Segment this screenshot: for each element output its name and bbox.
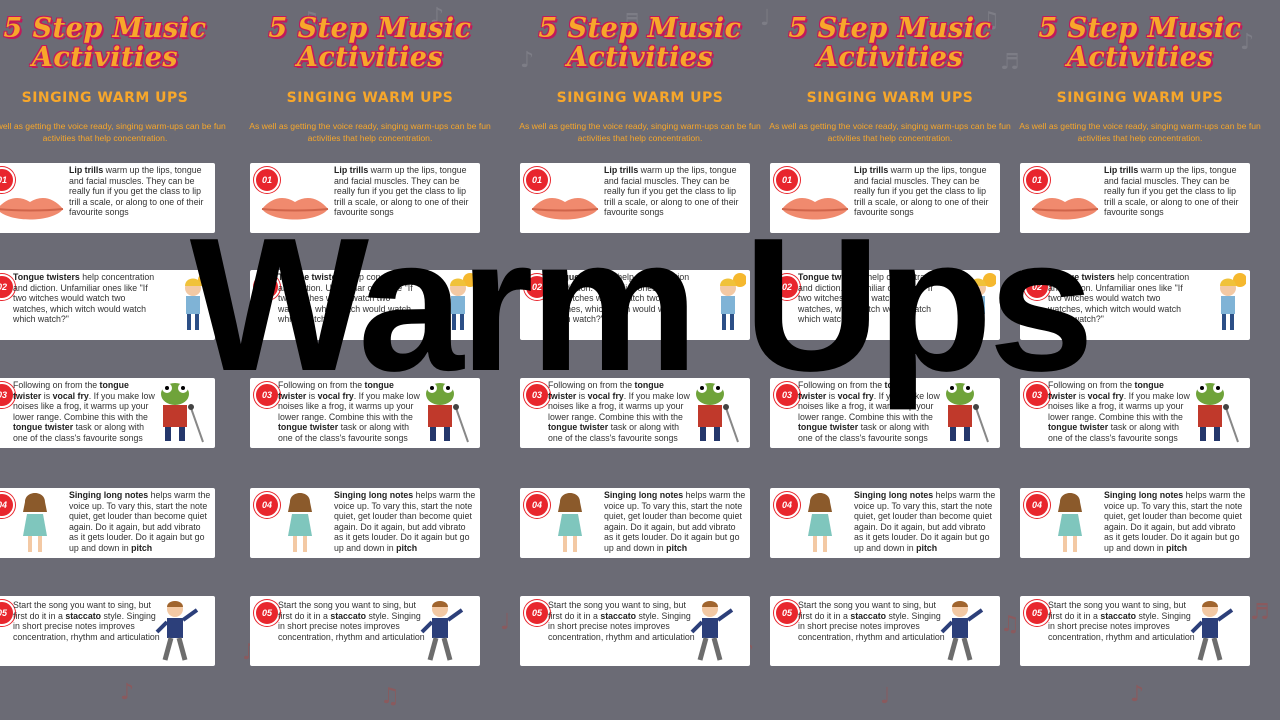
step-text: Start the song you want to sing, but fir…	[548, 600, 698, 642]
step-text-bold: Lip trills	[854, 165, 889, 175]
step-text-bold: Singing long notes	[69, 490, 149, 500]
poster-title-line2: Activities	[1066, 42, 1214, 73]
step-number-badge: 01	[774, 167, 800, 193]
step-text-bold3: tongue twister	[1048, 422, 1109, 433]
poster-title-line1: 5 Step Music	[3, 13, 207, 44]
step-text-bold: staccato	[330, 610, 367, 621]
step-text-bold2: pitch	[666, 542, 688, 553]
poster-subtitle: SINGING WARM UPS	[556, 90, 724, 106]
step-card: 04 Singing long notes helps warm the voic…	[1020, 488, 1250, 558]
step-text-bold: staccato	[850, 610, 887, 621]
poster-intro: As well as getting the voice ready, sing…	[0, 121, 226, 143]
step-text: Start the song you want to sing, but fir…	[1048, 600, 1198, 642]
poster-intro: As well as getting the voice ready, sing…	[769, 121, 1011, 143]
step-text-bold: staccato	[65, 610, 102, 621]
step-text-bold3: tongue twister	[278, 422, 339, 433]
singing-girl-icon	[558, 493, 582, 552]
step-card: 05Start the song you want to sing, but f…	[250, 596, 480, 666]
step-text: Start the song you want to sing, but fir…	[13, 600, 163, 642]
step-text-bold: Singing long notes	[604, 490, 684, 500]
step-text-bold2: pitch	[396, 542, 418, 553]
step-text: Start the song you want to sing, but fir…	[278, 600, 428, 642]
singing-girl-icon	[808, 493, 832, 552]
step-number-badge: 04	[254, 492, 280, 518]
poster-subtitle: SINGING WARM UPS	[21, 90, 189, 106]
poster-subtitle: SINGING WARM UPS	[806, 90, 974, 106]
poster-title: 5 Step Music Activities	[1015, 14, 1265, 72]
step-number-badge: 04	[774, 492, 800, 518]
step-card: 05Start the song you want to sing, but f…	[0, 596, 215, 666]
poster-intro: As well as getting the voice ready, sing…	[249, 121, 491, 143]
step-number-badge: 05	[1024, 600, 1050, 626]
step-text-bold2: pitch	[1166, 542, 1188, 553]
step-number-badge: 04	[1024, 492, 1050, 518]
step-number-badge: 01	[1024, 167, 1050, 193]
poster-intro: As well as getting the voice ready, sing…	[519, 121, 761, 143]
step-text-bold3: tongue twister	[798, 422, 859, 433]
poster-title-line2: Activities	[296, 42, 444, 73]
step-number-badge: 01	[0, 167, 15, 193]
poster-title: 5 Step Music Activities	[515, 14, 765, 72]
step-text-bold: Lip trills	[334, 165, 369, 175]
overlay-title: Warm Ups	[189, 199, 1095, 411]
step-text: Singing long notes helps warm the voice …	[604, 490, 746, 554]
step-number-badge: 01	[524, 167, 550, 193]
step-card: 04 Singing long notes helps warm the voic…	[0, 488, 215, 558]
poster-title: 5 Step Music Activities	[0, 14, 230, 72]
poster-title-line1: 5 Step Music	[538, 13, 742, 44]
step-number-badge: 04	[524, 492, 550, 518]
poster-title-line2: Activities	[816, 42, 964, 73]
step-number-badge: 04	[0, 492, 15, 518]
step-text-bold3: tongue twister	[548, 422, 609, 433]
poster-title-line2: Activities	[566, 42, 714, 73]
poster-title-line2: Activities	[31, 42, 179, 73]
step-card: 04 Singing long notes helps warm the voic…	[250, 488, 480, 558]
step-card: 05Start the song you want to sing, but f…	[520, 596, 750, 666]
poster-title-line1: 5 Step Music	[1038, 13, 1242, 44]
step-text-bold: staccato	[1100, 610, 1137, 621]
poster-subtitle: SINGING WARM UPS	[286, 90, 454, 106]
step-card: 04 Singing long notes helps warm the voic…	[770, 488, 1000, 558]
step-card: 05Start the song you want to sing, but f…	[770, 596, 1000, 666]
step-number-badge: 05	[774, 600, 800, 626]
poster-intro: As well as getting the voice ready, sing…	[1019, 121, 1261, 143]
step-text: Singing long notes helps warm the voice …	[854, 490, 996, 554]
step-text-bold: Singing long notes	[1104, 490, 1184, 500]
step-text-bold: Lip trills	[69, 165, 104, 175]
poster-title-line1: 5 Step Music	[788, 13, 992, 44]
step-text: Singing long notes helps warm the voice …	[334, 490, 476, 554]
step-text-bold: Singing long notes	[334, 490, 414, 500]
singing-girl-icon	[23, 493, 47, 552]
poster-title-line1: 5 Step Music	[268, 13, 472, 44]
step-number-badge: 05	[254, 600, 280, 626]
step-text: Singing long notes helps warm the voice …	[69, 490, 211, 554]
step-text: Singing long notes helps warm the voice …	[1104, 490, 1246, 554]
poster-subtitle: SINGING WARM UPS	[1056, 90, 1224, 106]
step-text: Start the song you want to sing, but fir…	[798, 600, 948, 642]
step-text-bold: Lip trills	[1104, 165, 1139, 175]
step-text-bold: Singing long notes	[854, 490, 934, 500]
poster-title: 5 Step Music Activities	[245, 14, 495, 72]
step-number-badge: 01	[254, 167, 280, 193]
step-text-bold: staccato	[600, 610, 637, 621]
step-card: 04 Singing long notes helps warm the voic…	[520, 488, 750, 558]
singing-girl-icon	[1058, 493, 1082, 552]
poster-title: 5 Step Music Activities	[765, 14, 1015, 72]
step-text-bold2: pitch	[916, 542, 938, 553]
singing-girl-icon	[288, 493, 312, 552]
step-number-badge: 05	[524, 600, 550, 626]
step-text-bold3: tongue twister	[13, 422, 74, 433]
step-card: 05Start the song you want to sing, but f…	[1020, 596, 1250, 666]
step-text-bold2: pitch	[131, 542, 153, 553]
step-text-bold: Lip trills	[604, 165, 639, 175]
